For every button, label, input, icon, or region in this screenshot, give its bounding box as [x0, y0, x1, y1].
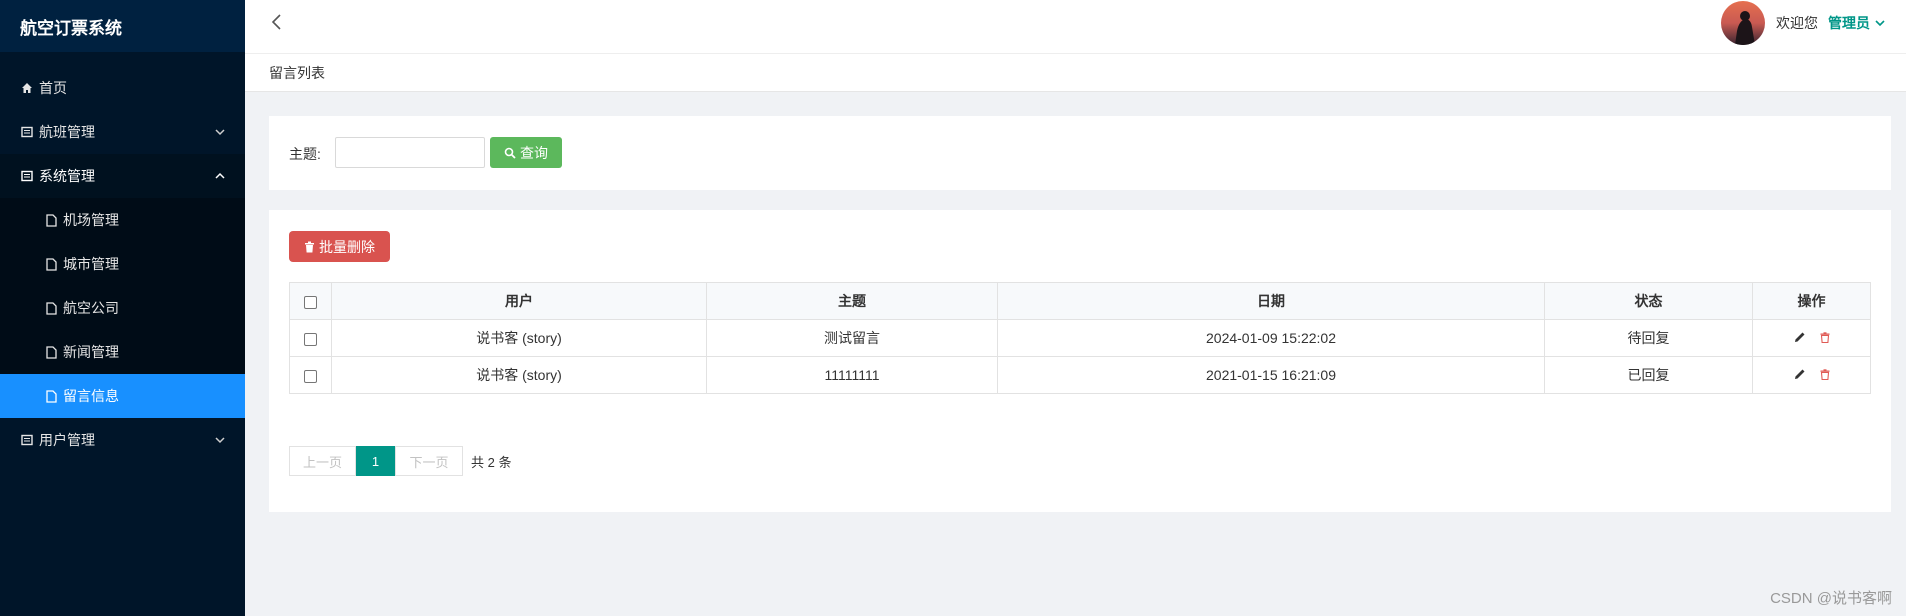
sidebar-menu: 首页 航班管理 系统管理 机场管理 城市管理 航空公司 新闻管理 留言信息 用户…	[0, 66, 245, 462]
search-panel: 主题: 查询	[269, 116, 1891, 190]
list-icon	[20, 169, 34, 183]
actions-cell	[1752, 319, 1871, 357]
table-row: 说书客 (story) 11111111 2021-01-15 16:21:09…	[289, 356, 1871, 394]
select-all-checkbox[interactable]	[304, 295, 317, 309]
sidebar-item-label: 系统管理	[39, 168, 95, 184]
date-cell: 2024-01-09 15:22:02	[997, 319, 1545, 357]
breadcrumb: 留言列表	[245, 54, 1906, 92]
user-menu[interactable]: 欢迎您 管理员	[1721, 0, 1886, 46]
sidebar-item-airports[interactable]: 机场管理	[0, 198, 245, 242]
query-button[interactable]: 查询	[490, 137, 562, 168]
batch-delete-button[interactable]: 批量删除	[289, 231, 390, 262]
sidebar-item-label: 留言信息	[63, 388, 119, 404]
edit-icon[interactable]	[1794, 368, 1806, 380]
row-checkbox[interactable]	[304, 369, 317, 383]
chevron-down-icon[interactable]	[1874, 17, 1886, 29]
next-page-button[interactable]: 下一页	[395, 446, 463, 476]
date-cell: 2021-01-15 16:21:09	[997, 356, 1545, 394]
status-cell: 待回复	[1544, 319, 1753, 357]
chevron-down-icon	[215, 129, 225, 136]
batch-delete-label: 批量删除	[319, 238, 375, 255]
file-icon	[44, 213, 58, 227]
sidebar-item-label: 航班管理	[39, 124, 95, 140]
avatar[interactable]	[1721, 1, 1765, 45]
delete-icon[interactable]	[1820, 368, 1830, 380]
pagination-total: 共 2 条	[471, 454, 512, 470]
search-label: 主题:	[289, 146, 321, 162]
row-checkbox-cell	[289, 356, 332, 394]
sidebar-item-users[interactable]: 用户管理	[0, 418, 245, 462]
sidebar-item-airlines[interactable]: 航空公司	[0, 286, 245, 330]
sidebar-item-news[interactable]: 新闻管理	[0, 330, 245, 374]
file-icon	[44, 389, 58, 403]
pagination: 上一页 1 下一页 共 2 条	[289, 446, 511, 476]
table-header-row: 用户 主题 日期 状态 操作	[289, 282, 1871, 320]
sidebar-item-cities[interactable]: 城市管理	[0, 242, 245, 286]
sidebar-item-label: 用户管理	[39, 432, 95, 448]
file-icon	[44, 301, 58, 315]
sidebar: 航空订票系统 首页 航班管理 系统管理 机场管理 城市管理 航空公司 新闻管理 …	[0, 0, 245, 616]
column-header: 日期	[997, 282, 1545, 320]
column-header: 用户	[331, 282, 707, 320]
home-icon	[20, 81, 34, 95]
chevron-up-icon	[215, 172, 225, 179]
actions-cell	[1752, 356, 1871, 394]
file-icon	[44, 345, 58, 359]
breadcrumb-current: 留言列表	[269, 64, 325, 81]
sidebar-item-label: 新闻管理	[63, 344, 119, 360]
message-table: 用户 主题 日期 状态 操作 说书客 (story) 测试留言 2024-01-…	[289, 282, 1871, 394]
welcome-text: 欢迎您	[1776, 15, 1818, 31]
subject-cell: 测试留言	[706, 319, 998, 357]
column-header: 主题	[706, 282, 998, 320]
select-all-cell	[289, 282, 332, 320]
sidebar-item-messages[interactable]: 留言信息	[0, 374, 245, 418]
watermark: CSDN @说书客啊	[1770, 590, 1892, 607]
message-list-panel: 批量删除 用户 主题 日期 状态 操作 说书客 (story) 测试留言 202…	[269, 210, 1891, 512]
sidebar-item-label: 机场管理	[63, 212, 119, 228]
sidebar-item-home[interactable]: 首页	[0, 66, 245, 110]
subject-search-input[interactable]	[335, 137, 485, 168]
delete-icon[interactable]	[1820, 331, 1830, 343]
column-header: 状态	[1544, 282, 1753, 320]
page-number-current[interactable]: 1	[356, 446, 395, 476]
trash-icon	[305, 241, 314, 252]
sidebar-item-label: 城市管理	[63, 256, 119, 272]
top-header: 欢迎您 管理员	[245, 0, 1906, 54]
user-cell: 说书客 (story)	[331, 356, 707, 394]
sidebar-item-flights[interactable]: 航班管理	[0, 110, 245, 154]
user-cell: 说书客 (story)	[331, 319, 707, 357]
chevron-down-icon	[215, 437, 225, 444]
list-icon	[20, 433, 34, 447]
row-checkbox[interactable]	[304, 332, 317, 346]
column-header: 操作	[1752, 282, 1871, 320]
subject-cell: 11111111	[706, 356, 998, 394]
sidebar-item-label: 首页	[39, 80, 67, 96]
table-row: 说书客 (story) 测试留言 2024-01-09 15:22:02 待回复	[289, 319, 1871, 357]
query-button-label: 查询	[520, 144, 548, 161]
sidebar-item-system[interactable]: 系统管理	[0, 154, 245, 198]
search-icon	[504, 147, 516, 159]
role-label[interactable]: 管理员	[1828, 13, 1870, 33]
sidebar-item-label: 航空公司	[63, 300, 119, 316]
row-checkbox-cell	[289, 319, 332, 357]
file-icon	[44, 257, 58, 271]
app-title: 航空订票系统	[0, 0, 245, 52]
back-arrow-icon[interactable]	[267, 12, 287, 32]
list-icon	[20, 125, 34, 139]
system-submenu: 机场管理 城市管理 航空公司 新闻管理 留言信息	[0, 198, 245, 418]
edit-icon[interactable]	[1794, 331, 1806, 343]
prev-page-button[interactable]: 上一页	[289, 446, 356, 476]
status-cell: 已回复	[1544, 356, 1753, 394]
